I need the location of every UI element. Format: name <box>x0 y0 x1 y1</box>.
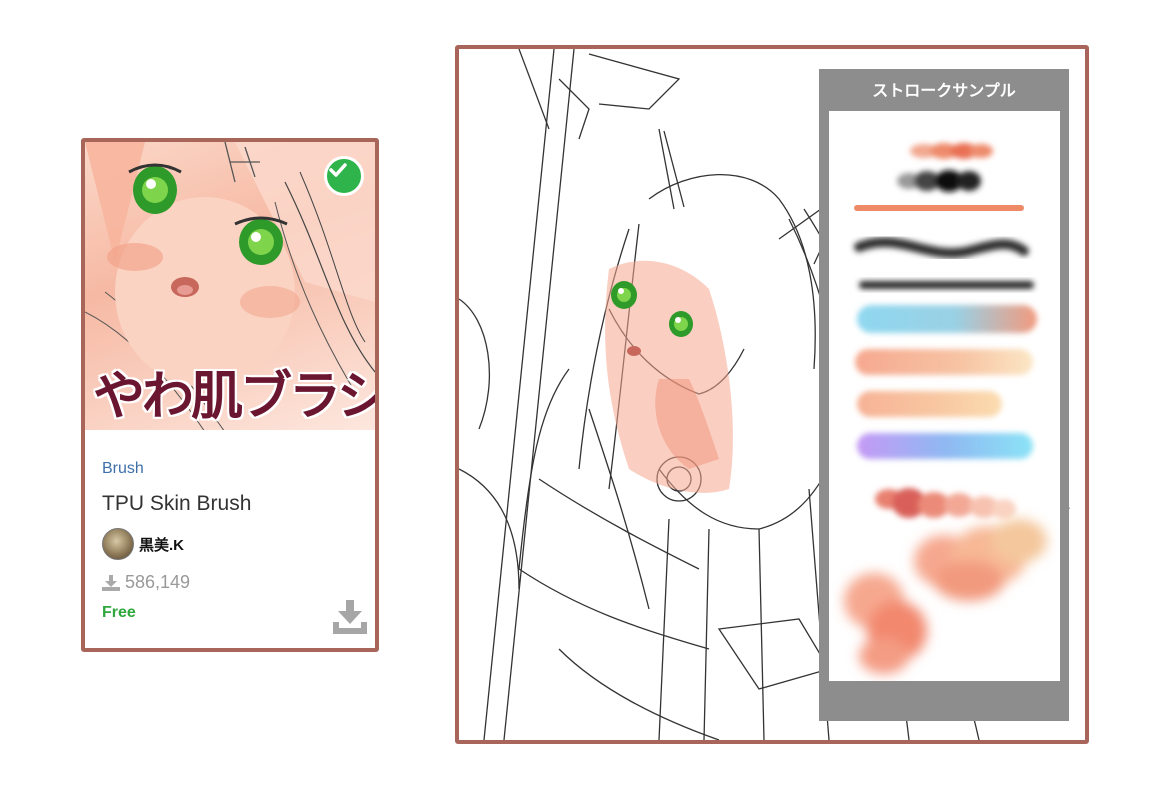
asset-category[interactable]: Brush <box>102 460 144 478</box>
price-label: Free <box>102 604 136 621</box>
download-count: 586,149 <box>102 572 190 593</box>
avatar <box>102 528 134 560</box>
stroke-sample-red-dabs <box>875 488 1016 519</box>
check-circle-icon <box>324 156 364 196</box>
stroke-sample-large-blobs <box>844 519 1047 674</box>
download-icon <box>102 574 120 591</box>
stroke-sample-skin <box>857 391 1002 417</box>
thumbnail-title: やわ肌ブラシ <box>93 367 375 427</box>
stroke-sample-blue-orange <box>857 305 1037 333</box>
brush-preview-image: ストロークサンプル <box>455 45 1089 744</box>
stroke-sample-orange-line <box>854 205 1024 211</box>
author-link[interactable]: 黒美.K <box>102 528 184 560</box>
author-name[interactable]: 黒美.K <box>139 534 184 555</box>
stroke-sample-black-dabs <box>897 170 981 192</box>
stroke-sample-purple-cyan <box>857 433 1033 459</box>
downloads-value: 586,149 <box>125 572 191 592</box>
stroke-sample-peach <box>855 349 1033 375</box>
asset-card[interactable]: やわ肌ブラシ Brush TPU Skin Brush 黒美.K 586,149… <box>81 138 379 652</box>
asset-thumbnail[interactable]: やわ肌ブラシ <box>85 142 375 430</box>
stroke-sample-panel: ストロークサンプル <box>819 69 1069 721</box>
stroke-samples <box>844 143 1047 674</box>
stroke-sample-title: ストロークサンプル <box>872 81 1016 100</box>
stroke-sample-wavy-black <box>854 237 1029 259</box>
download-tray-icon[interactable] <box>331 600 369 636</box>
stroke-sample-orange-dabs <box>910 143 993 159</box>
asset-title[interactable]: TPU Skin Brush <box>102 492 251 516</box>
stroke-sample-dark-line <box>859 281 1034 289</box>
stroke-sample-canvas <box>829 111 1060 681</box>
